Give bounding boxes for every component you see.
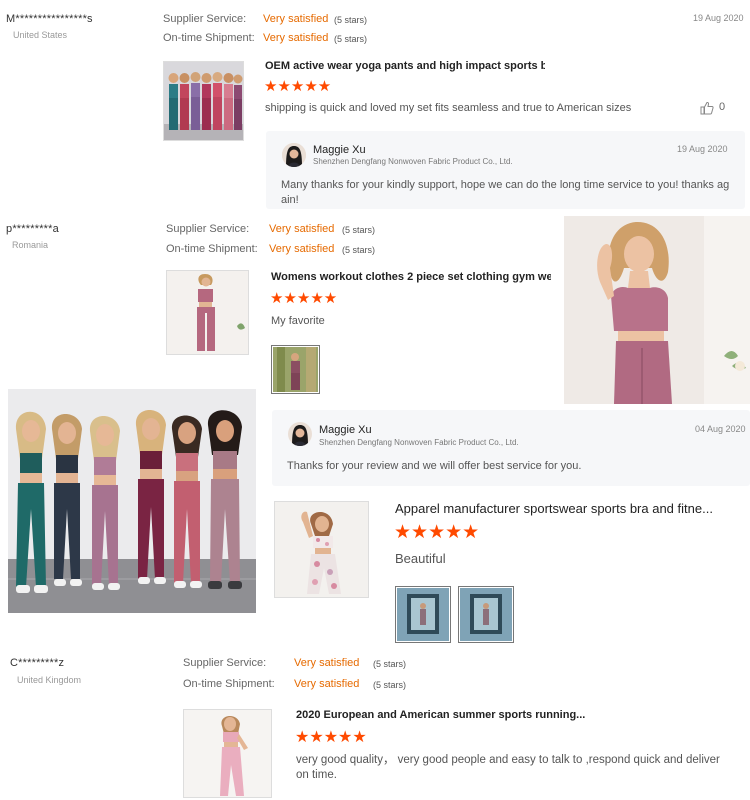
avatar (288, 422, 312, 446)
product-image (564, 216, 750, 404)
reply-author: Maggie Xu (319, 424, 372, 436)
ontime-shipment-label: On-time Shipment: (166, 243, 258, 255)
product-image (275, 502, 368, 597)
review-photo (460, 588, 512, 641)
review-comment: Beautiful (395, 551, 446, 566)
ontime-shipment-stars: (5 stars) (373, 680, 407, 690)
buyer-name: p*********a (6, 223, 59, 235)
product-title[interactable]: Womens workout clothes 2 piece set cloth… (271, 271, 551, 283)
thumbs-up-icon[interactable] (700, 101, 714, 115)
star-icon: ★★★★★ (295, 729, 367, 746)
supplier-service-stars: (5 stars) (342, 225, 376, 235)
supplier-service-rating: Very satisfied (263, 13, 329, 25)
review-photo (397, 588, 449, 641)
product-image (167, 271, 248, 354)
review-photo-thumbnail[interactable] (271, 345, 320, 394)
buyer-country: United Kingdom (17, 675, 82, 685)
product-image (184, 710, 271, 797)
buyer-name: M****************s (6, 13, 93, 25)
enlarged-group-photo[interactable] (8, 389, 256, 613)
product-thumbnail[interactable] (166, 270, 249, 355)
supplier-reply: Maggie Xu Shenzhen Dengfang Nonwoven Fab… (266, 131, 745, 209)
ontime-shipment-rating: Very satisfied (294, 678, 360, 690)
reply-text: Thanks for your review and we will offer… (287, 460, 582, 472)
product-thumbnail[interactable] (163, 61, 244, 141)
buyer-country: United States (13, 30, 68, 40)
ontime-shipment-rating: Very satisfied (269, 243, 335, 255)
product-thumbnail[interactable] (183, 709, 272, 798)
supplier-service-stars: (5 stars) (373, 659, 407, 669)
product-title[interactable]: Apparel manufacturer sportswear sports b… (395, 501, 725, 516)
product-image (164, 62, 243, 140)
review-comment: shipping is quick and loved my set fits … (265, 102, 632, 114)
ontime-shipment-stars: (5 stars) (342, 245, 376, 255)
reply-company[interactable]: Shenzhen Dengfang Nonwoven Fabric Produc… (319, 438, 519, 447)
product-thumbnail[interactable] (274, 501, 369, 598)
supplier-service-label: Supplier Service: (163, 13, 247, 25)
product-title[interactable]: OEM active wear yoga pants and high impa… (265, 60, 545, 72)
review-photo-thumbnail[interactable] (458, 586, 514, 643)
review-comment: very good quality， very good people and … (296, 754, 720, 781)
review-comment: My favorite (271, 315, 325, 327)
ontime-shipment-rating: Very satisfied (263, 32, 329, 44)
like-count: 0 (719, 101, 726, 113)
ontime-shipment-label: On-time Shipment: (163, 32, 255, 44)
buyer-country: Romania (12, 240, 49, 250)
product-title[interactable]: 2020 European and American summer sports… (296, 709, 596, 721)
reply-date: 04 Aug 2020 (695, 424, 746, 434)
ontime-shipment-stars: (5 stars) (334, 34, 368, 44)
supplier-reply: Maggie Xu Shenzhen Dengfang Nonwoven Fab… (272, 410, 750, 486)
supplier-service-rating: Very satisfied (294, 657, 360, 669)
reply-date: 19 Aug 2020 (677, 144, 728, 154)
reply-text: Many thanks for your kindly support, hop… (281, 179, 730, 206)
ontime-shipment-label: On-time Shipment: (183, 678, 275, 690)
supplier-service-label: Supplier Service: (183, 657, 267, 669)
buyer-name: C*********z (10, 657, 65, 669)
enlarged-product-photo[interactable] (564, 216, 750, 404)
reply-author: Maggie Xu (313, 144, 366, 156)
supplier-service-label: Supplier Service: (166, 223, 250, 235)
review-photo (273, 347, 318, 392)
star-icon: ★★★★★ (264, 78, 332, 95)
star-icon: ★★★★★ (270, 290, 338, 307)
product-image (8, 389, 256, 613)
supplier-service-rating: Very satisfied (269, 223, 335, 235)
review-photo-thumbnail[interactable] (395, 586, 451, 643)
review-date: 19 Aug 2020 (693, 13, 744, 23)
reply-company[interactable]: Shenzhen Dengfang Nonwoven Fabric Produc… (313, 157, 513, 166)
star-icon: ★★★★★ (394, 522, 480, 543)
avatar (282, 143, 306, 167)
supplier-service-stars: (5 stars) (334, 15, 368, 25)
